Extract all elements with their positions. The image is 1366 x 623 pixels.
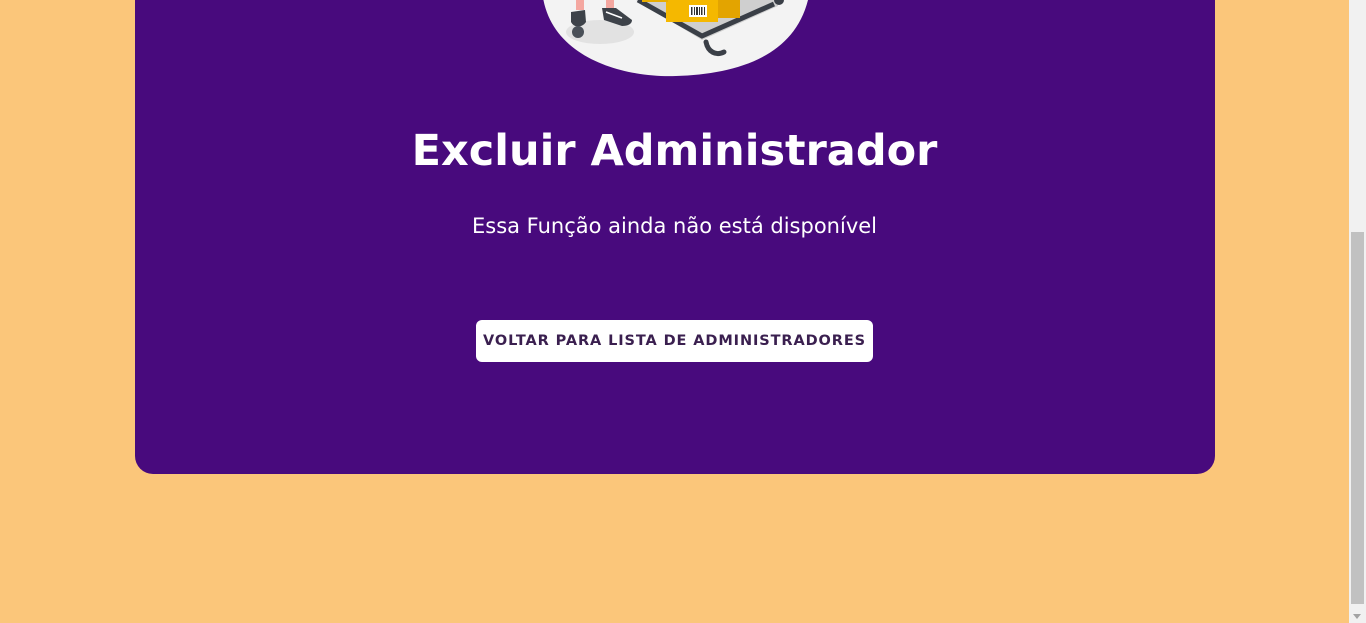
back-to-admin-list-button[interactable]: VOLTAR PARA LISTA DE ADMINISTRADORES: [476, 320, 873, 362]
worker-leg-left: [576, 0, 584, 10]
page-viewport: Excluir Administrador Essa Função ainda …: [0, 0, 1366, 623]
page-title: Excluir Administrador: [411, 126, 938, 176]
barcode-label: [689, 5, 707, 17]
worker-shoe-left: [571, 10, 586, 27]
vertical-scrollbar[interactable]: [1349, 0, 1366, 623]
scrollbar-thumb[interactable]: [1351, 232, 1364, 604]
warehouse-worker-illustration: [543, 0, 808, 77]
worker-leg-right: [606, 0, 614, 8]
scroll-down-arrow-icon[interactable]: [1353, 614, 1361, 619]
page-subtitle: Essa Função ainda não está disponível: [471, 214, 878, 238]
